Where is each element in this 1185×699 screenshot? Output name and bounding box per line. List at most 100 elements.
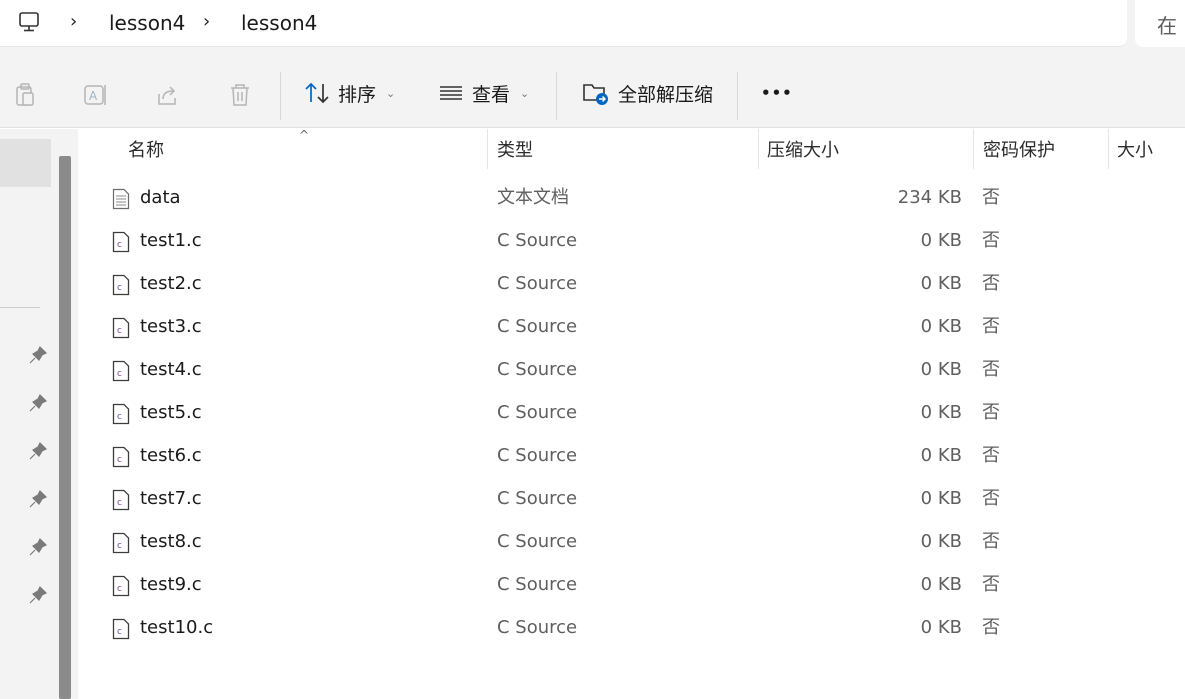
sort-label: 排序	[338, 83, 377, 106]
column-header-size[interactable]: 大小	[1117, 129, 1153, 173]
pin-icon[interactable]	[28, 441, 48, 461]
computer-icon[interactable]	[18, 11, 40, 33]
chevron-right-icon[interactable]: ›	[203, 12, 215, 32]
svg-text:c: c	[117, 627, 122, 637]
file-compressed-size: 234 KB	[897, 187, 962, 208]
file-name: test3.c	[140, 316, 202, 337]
rename-icon[interactable]: A	[83, 82, 109, 108]
pin-icon[interactable]	[28, 537, 48, 557]
column-divider[interactable]	[487, 129, 488, 169]
search-input[interactable]: 在	[1135, 0, 1185, 47]
c-file-icon: c	[112, 532, 130, 554]
file-name: data	[140, 187, 181, 208]
extract-folder-icon	[583, 84, 608, 105]
extract-all-button[interactable]: 全部解压缩	[582, 76, 713, 110]
file-name: test6.c	[140, 445, 202, 466]
file-row[interactable]: c test5.c C Source 0 KB 否	[78, 392, 1185, 435]
file-type: C Source	[497, 359, 578, 380]
file-compressed-size: 0 KB	[920, 574, 962, 595]
view-label: 查看	[472, 83, 511, 106]
column-header-type[interactable]: 类型	[497, 129, 533, 173]
more-icon: •••	[761, 84, 793, 102]
file-row[interactable]: c test10.c C Source 0 KB 否	[78, 607, 1185, 650]
column-divider[interactable]	[1108, 129, 1109, 169]
pin-icon[interactable]	[28, 393, 48, 413]
command-bar: A 排序 ⌄ 查看 ⌄ 全部解压缩 •••	[0, 56, 1185, 128]
file-password-protected: 否	[982, 187, 1000, 208]
file-compressed-size: 0 KB	[920, 230, 962, 251]
file-row[interactable]: c test3.c C Source 0 KB 否	[78, 306, 1185, 349]
chevron-right-icon[interactable]: ›	[70, 12, 82, 32]
svg-text:c: c	[117, 283, 122, 293]
file-compressed-size: 0 KB	[920, 488, 962, 509]
svg-text:c: c	[117, 455, 122, 465]
svg-text:c: c	[117, 584, 122, 594]
file-type: C Source	[497, 574, 578, 595]
nav-scrollbar[interactable]	[59, 156, 71, 699]
file-row[interactable]: c test4.c C Source 0 KB 否	[78, 349, 1185, 392]
file-row[interactable]: c test1.c C Source 0 KB 否	[78, 220, 1185, 263]
nav-divider	[0, 307, 40, 308]
file-name: test1.c	[140, 230, 202, 251]
file-type: C Source	[497, 402, 578, 423]
file-password-protected: 否	[982, 402, 1000, 423]
pin-icon[interactable]	[28, 489, 48, 509]
column-header-password[interactable]: 密码保护	[983, 129, 1055, 173]
pin-icon[interactable]	[28, 345, 48, 365]
file-type: C Source	[497, 445, 578, 466]
c-file-icon: c	[112, 489, 130, 511]
toolbar-divider	[280, 72, 281, 120]
text-file-icon	[112, 188, 130, 210]
file-compressed-size: 0 KB	[920, 402, 962, 423]
file-compressed-size: 0 KB	[920, 445, 962, 466]
c-file-icon: c	[112, 446, 130, 468]
share-icon[interactable]	[155, 82, 181, 108]
file-type: C Source	[497, 617, 578, 638]
file-row[interactable]: c test6.c C Source 0 KB 否	[78, 435, 1185, 478]
c-file-icon: c	[112, 403, 130, 425]
svg-text:c: c	[117, 369, 122, 379]
file-name: test4.c	[140, 359, 202, 380]
view-button[interactable]: 查看 ⌄	[438, 76, 529, 110]
sort-ascending-icon: ^	[299, 128, 310, 142]
column-header-compressed-size[interactable]: 压缩大小	[767, 129, 839, 173]
file-row[interactable]: c test7.c C Source 0 KB 否	[78, 478, 1185, 521]
file-row[interactable]: data 文本文档 234 KB 否	[78, 177, 1185, 220]
paste-icon[interactable]	[12, 82, 38, 108]
breadcrumb-item[interactable]: lesson4	[109, 10, 185, 36]
file-name: test10.c	[140, 617, 214, 638]
nav-selected-item[interactable]	[0, 139, 51, 187]
svg-text:c: c	[117, 326, 122, 336]
file-compressed-size: 0 KB	[920, 316, 962, 337]
pin-icon[interactable]	[28, 585, 48, 605]
breadcrumb-item[interactable]: lesson4	[241, 10, 317, 36]
file-name: test5.c	[140, 402, 202, 423]
file-password-protected: 否	[982, 574, 1000, 595]
file-row[interactable]: c test9.c C Source 0 KB 否	[78, 564, 1185, 607]
file-type: C Source	[497, 316, 578, 337]
file-type: 文本文档	[497, 187, 569, 208]
column-header-name[interactable]: 名称	[128, 129, 164, 173]
search-placeholder: 在	[1157, 14, 1177, 38]
column-divider[interactable]	[758, 129, 759, 169]
delete-icon[interactable]	[227, 82, 253, 108]
file-password-protected: 否	[982, 445, 1000, 466]
file-password-protected: 否	[982, 488, 1000, 509]
toolbar-divider	[556, 72, 557, 120]
file-password-protected: 否	[982, 359, 1000, 380]
sort-icon	[305, 82, 329, 104]
svg-text:A: A	[89, 89, 98, 103]
svg-text:c: c	[117, 240, 122, 250]
address-bar[interactable]: › lesson4 › lesson4	[0, 0, 1127, 47]
file-name: test8.c	[140, 531, 202, 552]
sort-button[interactable]: 排序 ⌄	[304, 76, 395, 110]
file-row[interactable]: c test2.c C Source 0 KB 否	[78, 263, 1185, 306]
more-options-button[interactable]: •••	[761, 76, 793, 110]
file-row[interactable]: c test8.c C Source 0 KB 否	[78, 521, 1185, 564]
file-list: ^ 名称 类型 压缩大小 密码保护 大小 data 文本文档 234 KB 否 c tes…	[78, 129, 1185, 699]
column-divider[interactable]	[973, 129, 974, 169]
c-file-icon: c	[112, 575, 130, 597]
file-password-protected: 否	[982, 617, 1000, 638]
file-name: test2.c	[140, 273, 202, 294]
c-file-icon: c	[112, 274, 130, 296]
